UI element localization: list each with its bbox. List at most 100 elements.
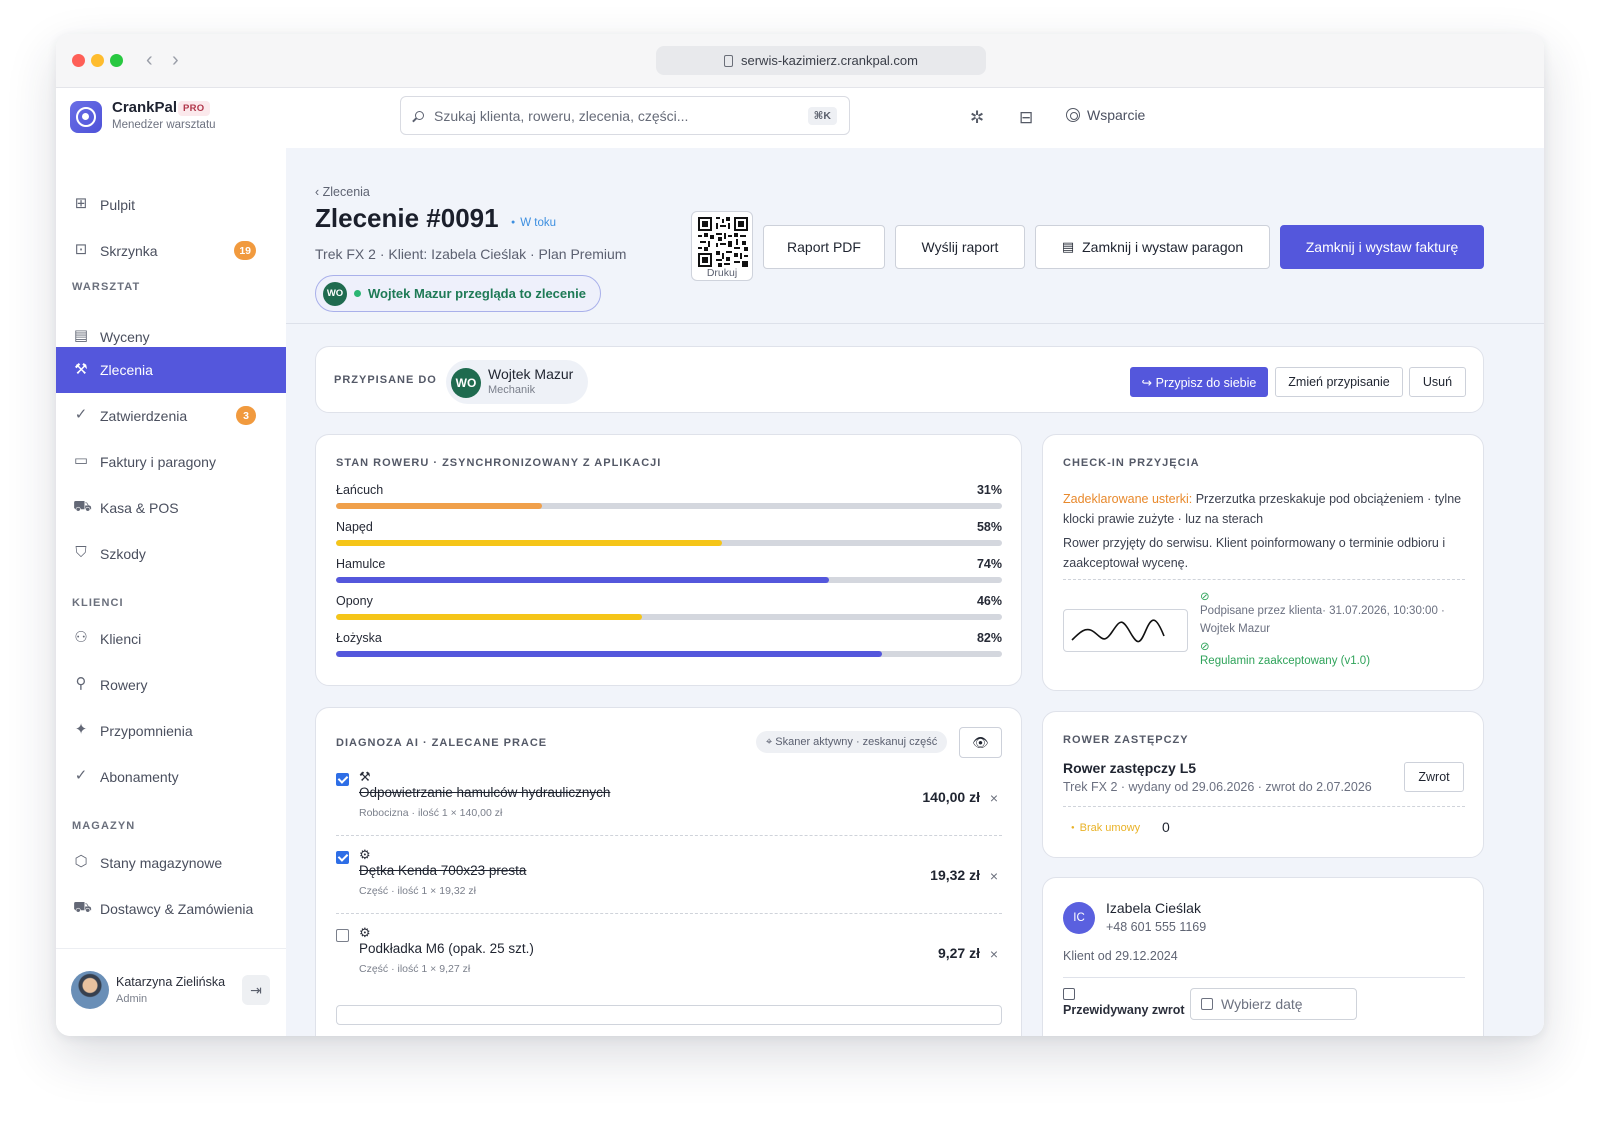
breadcrumb[interactable]: ‹ Zlecenia: [315, 185, 370, 199]
sidebar-item-label: Zlecenia: [100, 362, 153, 378]
remove-icon[interactable]: ×: [990, 868, 998, 884]
global-search[interactable]: ⌘K: [400, 96, 850, 135]
sidebar-item-pulpit[interactable]: ⊞ Pulpit: [56, 182, 286, 227]
divider: [336, 835, 1002, 836]
condition-bar-label: Łożyska: [336, 631, 382, 645]
close-receipt-button[interactable]: ▤ Zamknij i wystaw paragon: [1035, 225, 1270, 269]
sparkle-icon: ✦: [74, 721, 88, 738]
customer-phone[interactable]: +48 601 555 1169: [1106, 920, 1206, 934]
condition-bar-track: [336, 577, 1002, 583]
sidebar-item-zatwierdzenia[interactable]: ✓ Zatwierdzenia 3: [56, 393, 286, 438]
checkin-card: CHECK-IN PRZYJĘCIA Zadeklarowane usterki…: [1042, 434, 1484, 691]
remove-icon[interactable]: ×: [990, 946, 998, 962]
avatar: IC: [1063, 902, 1095, 934]
sidebar-item-dostawcy[interactable]: ⛟ Dostawcy & Zamówienia: [56, 886, 286, 931]
sidebar-item-faktury[interactable]: ▭ Faktury i paragony: [56, 439, 286, 484]
return-date-label: Przewidywany zwrot: [1063, 1003, 1185, 1017]
sidebar-item-rowery[interactable]: ⚲ Rowery: [56, 662, 286, 707]
job-price: 140,00 zł: [922, 789, 980, 805]
crankpal-logo-icon[interactable]: [70, 101, 102, 133]
sidebar-item-szkody[interactable]: ⛉ Szkody: [56, 531, 286, 576]
scanner-status[interactable]: ⌖ Skaner aktywny · zeskanuj część: [756, 731, 948, 753]
terms-accepted: Regulamin zaakceptowany (v1.0): [1200, 655, 1371, 667]
search-input[interactable]: [434, 97, 794, 134]
maximize-window-button[interactable]: [110, 54, 123, 67]
docs-book-icon[interactable]: ⊟: [1019, 108, 1033, 128]
gear-icon: ⚙: [359, 925, 371, 940]
page-title: Zlecenie #0091: [315, 203, 499, 233]
approvals-count-badge: 3: [236, 406, 256, 425]
main-content: ‹ Zlecenia Zlecenie #0091 W toku Trek FX…: [286, 148, 1544, 1036]
back-arrow-icon[interactable]: ‹: [146, 48, 153, 72]
send-report-label: Wyślij raport: [921, 239, 999, 255]
check-circle-icon: ✓: [74, 406, 88, 423]
job-checkbox[interactable]: [336, 929, 349, 942]
minimize-window-button[interactable]: [91, 54, 104, 67]
sidebar-item-label: Pulpit: [100, 196, 136, 213]
job-checkbox[interactable]: [336, 851, 349, 864]
divider: [1063, 579, 1465, 580]
customer-name[interactable]: Izabela Cieślak: [1106, 900, 1201, 916]
sidebar-item-label: Abonamenty: [100, 768, 179, 785]
sidebar-item-skrzynka[interactable]: ⊡ Skrzynka 19: [56, 228, 286, 273]
logout-icon[interactable]: ⇥: [242, 975, 270, 1005]
close-invoice-button[interactable]: Zamknij i wystaw fakturę: [1280, 225, 1484, 269]
close-invoice-label: Zamknij i wystaw fakturę: [1305, 239, 1459, 255]
sidebar-item-label: Dostawcy & Zamówienia: [100, 900, 254, 917]
sidebar-item-klienci[interactable]: ⚇ Klienci: [56, 616, 286, 661]
divider: [1063, 977, 1465, 978]
date-placeholder: Wybierz datę: [1221, 996, 1303, 1012]
change-assignment-button[interactable]: Zmień przypisanie: [1275, 367, 1403, 397]
sidebar-item-label: Skrzynka: [100, 242, 158, 259]
job-checkbox[interactable]: [336, 773, 349, 786]
sidebar-item-zlecenia[interactable]: ⚒ Zlecenia: [56, 347, 286, 393]
close-window-button[interactable]: [72, 54, 85, 67]
remove-assignment-button[interactable]: Usuń: [1409, 367, 1466, 397]
sidebar-item-abonamenty[interactable]: ✓ Abonamenty: [56, 754, 286, 799]
condition-bar-row: Napęd 58%: [336, 520, 1002, 546]
replacement-subtitle: Trek FX 2 · wydany od 29.06.2026 · zwrot…: [1063, 780, 1372, 794]
sidebar-item-przypomnienia[interactable]: ✦ Przypomnienia: [56, 708, 286, 753]
condition-bar-value: 46%: [976, 594, 1002, 608]
check-circle-icon: ⊘: [1200, 641, 1210, 653]
condition-bar-fill: [336, 540, 723, 546]
assign-self-button[interactable]: ↪ Przypisz do siebie: [1130, 367, 1268, 397]
job-meta: Robocizna · ilość 1 × 140,00 zł: [359, 807, 503, 819]
user-name: Katarzyna Zielińska: [116, 975, 226, 989]
condition-bar-track: [336, 651, 1002, 657]
pdf-report-button[interactable]: Raport PDF: [763, 225, 885, 269]
address-bar[interactable]: serwis-kazimierz.crankpal.com: [656, 46, 986, 75]
bug-report-icon[interactable]: ✲: [970, 108, 984, 128]
declared-issues-label: Zadeklarowane usterki:: [1063, 492, 1193, 506]
print-qr-button[interactable]: Drukuj: [691, 211, 753, 281]
calendar-icon: [1063, 988, 1075, 1000]
condition-bar-track: [336, 540, 1002, 546]
add-item-input[interactable]: [336, 1005, 1002, 1025]
avatar: WO: [323, 281, 347, 306]
condition-bar-fill: [336, 577, 829, 583]
job-title: Odpowietrzanie hamulców hydraulicznych: [359, 785, 611, 800]
condition-bar-label: Opony: [336, 594, 373, 608]
support-link[interactable]: Wsparcie: [1066, 107, 1145, 123]
condition-bar-value: 74%: [976, 557, 1002, 571]
wrench-icon: ⚒: [359, 769, 371, 784]
return-button[interactable]: Zwrot: [1404, 762, 1464, 792]
send-report-button[interactable]: Wyślij raport: [895, 225, 1025, 269]
sidebar-item-label: Klienci: [100, 630, 142, 647]
diagnosis-label: DIAGNOZA AI · ZALECANE PRACE: [336, 737, 548, 749]
forward-arrow-icon[interactable]: ›: [172, 48, 179, 72]
avatar[interactable]: [71, 971, 109, 1009]
sidebar-item-kasa[interactable]: ⛟ Kasa & POS: [56, 485, 286, 530]
list-item: ⚙ Podkładka M6 (opak. 25 szt.) Część · i…: [336, 925, 1002, 1003]
customer-card: IC Izabela Cieślak +48 601 555 1169 Klie…: [1042, 877, 1484, 1036]
eye-icon[interactable]: 👁: [959, 727, 1002, 758]
return-date-picker[interactable]: Wybierz datę: [1190, 988, 1357, 1020]
shield-icon: ⛉: [75, 544, 87, 561]
assignment-card: PRZYPISANE DO WO Wojtek Mazur Mechanik ↪…: [315, 346, 1484, 413]
remove-icon[interactable]: ×: [990, 790, 998, 806]
receipt-icon: ▤: [1061, 239, 1075, 254]
sidebar-item-label: Kasa & POS: [100, 499, 179, 516]
sidebar-item-label: Wyceny: [100, 328, 150, 345]
sidebar-item-stany[interactable]: ⬡ Stany magazynowe: [56, 840, 286, 885]
condition-bar-row: Opony 46%: [336, 594, 1002, 620]
